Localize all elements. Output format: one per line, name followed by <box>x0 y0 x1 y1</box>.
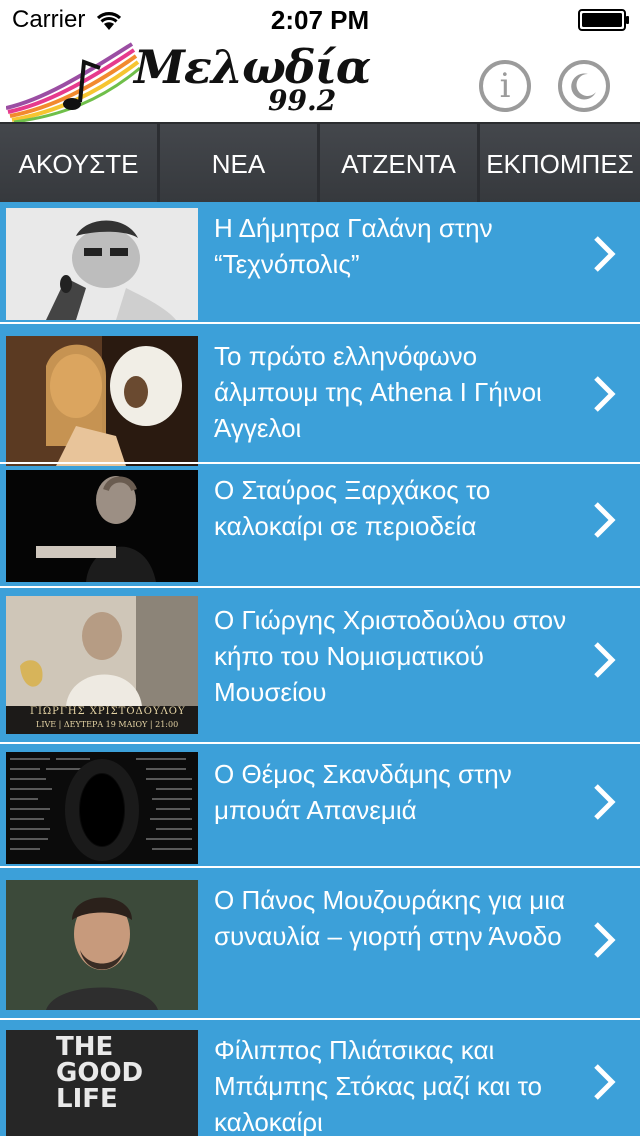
chevron-right-icon <box>594 784 616 820</box>
chevron-right-icon <box>594 502 616 538</box>
tab-listen[interactable]: ΑΚΟΥΣΤΕ <box>0 124 160 202</box>
news-item[interactable]: THE GOOD LIFE Φίλιππος Πλιάτσικας και Μπ… <box>0 1018 640 1136</box>
news-title: Το πρώτο ελληνόφωνο άλμπουμ της Athena I… <box>214 341 542 443</box>
news-thumbnail <box>6 336 198 466</box>
thumb-subcaption: LIVE | ΔΕΥΤΕΡΑ 19 ΜΑΙΟΥ | 21:00 <box>36 720 179 729</box>
news-thumbnail <box>6 752 198 864</box>
thumb-caption: ΓΙΩΡΓΗΣ ΧΡΙΣΤΟΔΟΥΛΟΥ <box>30 706 186 717</box>
logo-frequency: 99.2 <box>268 84 337 117</box>
news-thumbnail: THE GOOD LIFE <box>6 1030 198 1136</box>
news-title: Ο Γιώργης Χριστοδούλου στον κήπο του Νομ… <box>214 605 567 707</box>
info-button[interactable]: i <box>479 60 531 112</box>
chevron-right-icon <box>594 642 616 678</box>
news-list: Η Δήμητρα Γαλάνη στην “Τεχνόπολις” Το πρ… <box>0 202 640 1136</box>
battery-icon <box>578 9 629 31</box>
thumb-caption: THE GOOD LIFE <box>56 1032 144 1114</box>
news-item[interactable]: Ο Σταύρος Ξαρχάκος το καλοκαίρι σε περιο… <box>0 462 640 586</box>
moon-icon <box>571 73 596 100</box>
station-logo[interactable]: Μελωδία 99.2 <box>6 40 371 122</box>
info-icon: i <box>499 66 511 106</box>
status-bar: Carrier 2:07 PM <box>0 0 640 40</box>
news-title: Η Δήμητρα Γαλάνη στην “Τεχνόπολις” <box>214 213 493 279</box>
sleep-timer-button[interactable] <box>558 60 610 112</box>
tab-bar: ΑΚΟΥΣΤΕ ΝΕΑ ΑΤΖΕΝΤΑ ΕΚΠΟΜΠΕΣ <box>0 122 640 202</box>
news-thumbnail <box>6 470 198 582</box>
tab-agenda[interactable]: ΑΤΖΕΝΤΑ <box>320 124 480 202</box>
news-item[interactable]: Ο Πάνος Μουζουράκης για μια συναυλία – γ… <box>0 866 640 1018</box>
news-title: Ο Σταύρος Ξαρχάκος το καλοκαίρι σε περιο… <box>214 475 491 541</box>
news-item[interactable]: ΓΙΩΡΓΗΣ ΧΡΙΣΤΟΔΟΥΛΟΥ LIVE | ΔΕΥΤΕΡΑ 19 Μ… <box>0 586 640 742</box>
chevron-right-icon <box>594 376 616 412</box>
news-item[interactable]: Η Δήμητρα Γαλάνη στην “Τεχνόπολις” <box>0 202 640 322</box>
app-header: Μελωδία 99.2 i <box>0 40 640 122</box>
chevron-right-icon <box>594 236 616 272</box>
news-item[interactable]: Το πρώτο ελληνόφωνο άλμπουμ της Athena I… <box>0 322 640 466</box>
news-thumbnail: ΓΙΩΡΓΗΣ ΧΡΙΣΤΟΔΟΥΛΟΥ LIVE | ΔΕΥΤΕΡΑ 19 Μ… <box>6 596 198 734</box>
news-title: Ο Πάνος Μουζουράκης για μια συναυλία – γ… <box>214 885 566 951</box>
tab-news[interactable]: ΝΕΑ <box>160 124 320 202</box>
chevron-right-icon <box>594 1064 616 1100</box>
music-note-icon <box>6 42 141 122</box>
news-title: Ο Θέμος Σκανδάμης στην μπουάτ Απανεμιά <box>214 759 512 825</box>
news-item[interactable]: Ο Θέμος Σκανδάμης στην μπουάτ Απανεμιά <box>0 742 640 866</box>
news-thumbnail <box>6 880 198 1010</box>
news-thumbnail <box>6 208 198 320</box>
status-time: 2:07 PM <box>270 5 370 35</box>
chevron-right-icon <box>594 922 616 958</box>
news-title: Φίλιππος Πλιάτσικας και Μπάμπης Στόκας μ… <box>214 1035 542 1136</box>
tab-shows[interactable]: ΕΚΠΟΜΠΕΣ <box>480 124 640 202</box>
